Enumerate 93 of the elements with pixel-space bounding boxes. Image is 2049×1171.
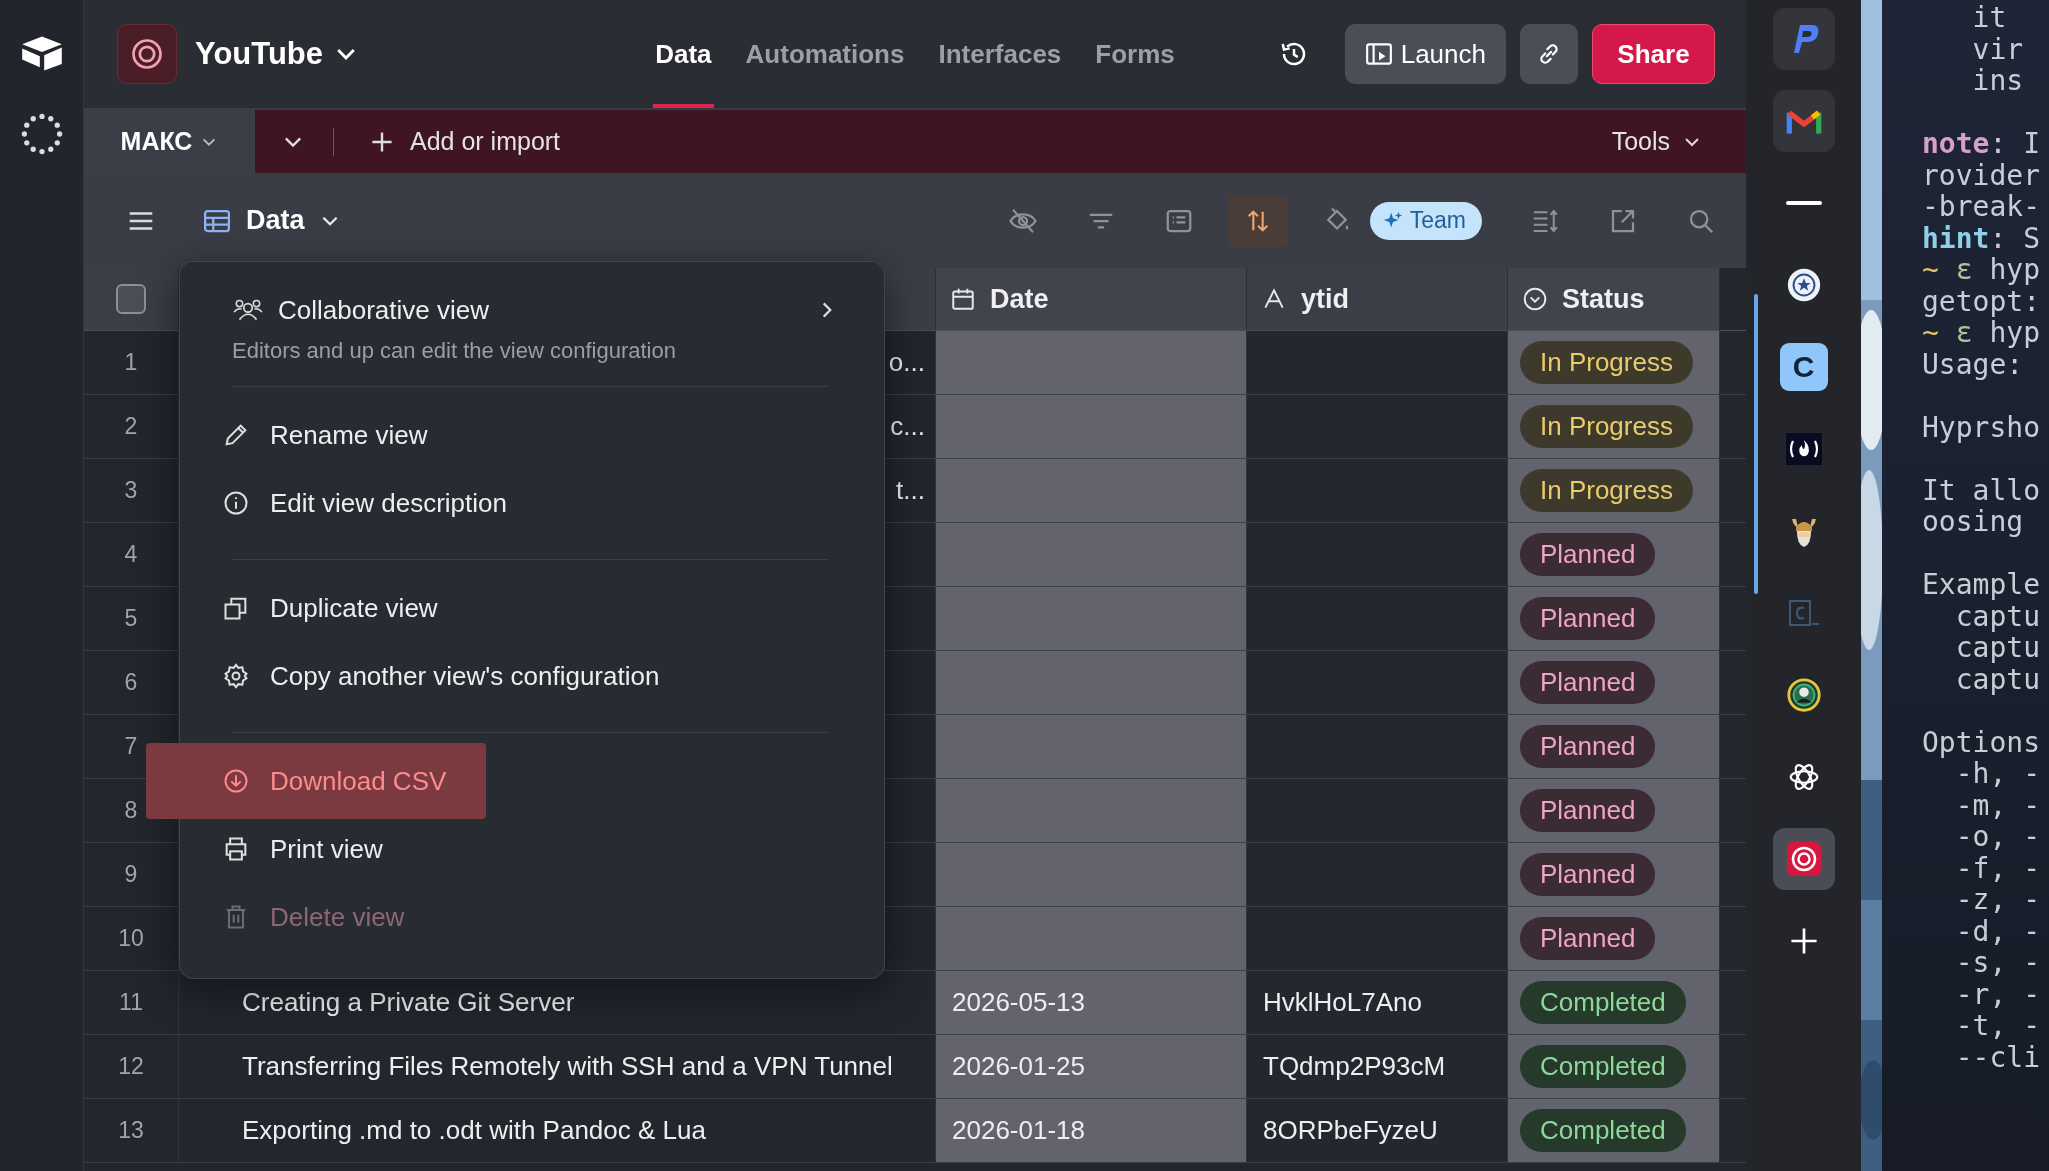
terminal-line: -t, -: [1954, 1010, 2041, 1042]
download-icon: [222, 767, 250, 795]
nav-tab[interactable]: Forms: [1093, 0, 1177, 108]
terminal-line: rovider: [1922, 159, 2041, 191]
table-cell: 2026-05-13: [936, 971, 1247, 1035]
status-tag: In Progress: [1520, 405, 1693, 448]
terminal-line: note: I: [1922, 126, 2041, 160]
base-icon[interactable]: [117, 24, 177, 84]
terminal-line: hint: S: [1922, 222, 2041, 254]
row-number: 13: [84, 1099, 179, 1163]
terminal-line: captu: [1954, 632, 2041, 664]
terminal-line: --cli: [1954, 1041, 2041, 1073]
status-tag: In Progress: [1520, 469, 1693, 512]
gear-icon: [222, 662, 250, 690]
status-tag: Planned: [1520, 661, 1656, 704]
terminal-line: Hyprsho: [1922, 409, 2041, 443]
terminal-line: vir: [1971, 33, 2025, 65]
terminal-line: It allo: [1922, 472, 2041, 506]
status-tag: Completed: [1520, 1045, 1686, 1088]
table-cell: 8ORPbeFyzeU: [1247, 1099, 1508, 1163]
terminal-line: ~ ε hyp: [1922, 317, 2041, 349]
people-icon: [232, 297, 264, 323]
dock-app[interactable]: [1772, 828, 1835, 890]
status-tag: Completed: [1520, 1109, 1686, 1152]
terminal-line: -h, -: [1955, 758, 2041, 790]
terminal-line: captu: [1954, 663, 2041, 695]
info-icon: [222, 489, 250, 517]
dock-app[interactable]: C: [1772, 336, 1835, 398]
nav-tab[interactable]: Interfaces: [936, 0, 1064, 108]
terminal-line: -break-: [1922, 191, 2041, 223]
terminal-line: captu: [1955, 600, 2041, 632]
base-name[interactable]: YouTube: [195, 36, 323, 72]
table-cell: TQdmp2P93cM: [1247, 1035, 1508, 1099]
menu-item[interactable]: Download CSV: [146, 743, 487, 819]
pencil-icon: [222, 421, 250, 449]
table-cell: Exporting .md to .odt with Pandoc & Lua: [179, 1099, 936, 1163]
terminal-line: Example: [1922, 567, 2041, 601]
status-tag: In Progress: [1520, 341, 1693, 384]
nav-tab[interactable]: Automations: [743, 0, 907, 108]
terminal-line: ~ ε hyp: [1922, 254, 2041, 286]
terminal-line: -d, -: [1954, 915, 2041, 947]
bar-icon: [1783, 198, 1824, 208]
terminal-line: oosing: [1922, 506, 2025, 538]
terminal-line: Usage:: [1922, 348, 2024, 380]
status-tag: Planned: [1520, 917, 1656, 960]
row-number: 12: [84, 1035, 179, 1099]
plus-icon: [370, 129, 394, 154]
terminal-line: -r, -: [1954, 978, 2041, 1010]
terminal-line: -m, -: [1954, 789, 2041, 821]
menu-item[interactable]: Copy another view's configuration: [210, 642, 660, 710]
table-cell: HvklHoL7Ano: [1247, 971, 1508, 1035]
share-button[interactable]: Share: [1592, 24, 1715, 84]
team-badge[interactable]: Team: [1369, 201, 1482, 240]
terminal-line: ins: [1971, 65, 2025, 97]
column-header[interactable]: Status: [1508, 268, 1720, 331]
row-number: 11: [84, 971, 179, 1035]
status-tag: Planned: [1520, 597, 1656, 640]
table-cell: Transferring Files Remotely with SSH and a VPN Tunnel: [179, 1035, 936, 1099]
status-tag: Planned: [1520, 789, 1656, 832]
status-tag: Completed: [1520, 981, 1686, 1024]
column-header[interactable]: Date: [936, 268, 1247, 331]
tools-button[interactable]: Tools: [1605, 126, 1708, 157]
column-header[interactable]: ytid: [1247, 268, 1508, 331]
calendar-icon: [950, 286, 976, 312]
table-tab[interactable]: МАКС: [84, 110, 255, 173]
badge-icon: [1784, 676, 1823, 714]
loading-spinner-icon: [19, 112, 64, 156]
chevron-circle-icon: [1522, 286, 1548, 312]
terminal-line: -s, -: [1954, 947, 2041, 979]
terminal-line: -f, -: [1954, 852, 2041, 884]
terminal-line: Options: [1922, 724, 2041, 758]
menu-item-description: Editors and up can edit the view configuration: [232, 338, 677, 364]
sort-button[interactable]: [1227, 194, 1288, 247]
menu-item[interactable]: Duplicate view: [210, 574, 438, 642]
menu-item-label: Collaborative view: [278, 294, 489, 326]
logo-icon[interactable]: [19, 34, 64, 72]
select-all-checkbox[interactable]: [116, 284, 146, 314]
terminal-line: -z, -: [1954, 884, 2041, 916]
terminal-line: getopt:: [1922, 285, 2041, 317]
link-button[interactable]: [1520, 24, 1578, 84]
status-tag: Planned: [1520, 725, 1656, 768]
letter-tile-icon: C: [1779, 343, 1828, 391]
terminal-line: it: [1971, 2, 2008, 34]
status-tag: Planned: [1520, 853, 1656, 896]
terminal-line: -o, -: [1954, 821, 2041, 853]
status-tag: Planned: [1520, 533, 1656, 576]
launch-icon: [1364, 42, 1393, 66]
launch-button[interactable]: Launch: [1344, 24, 1506, 84]
table-cell: 2026-01-25: [936, 1035, 1247, 1099]
view-switcher[interactable]: Data: [196, 204, 347, 237]
add-or-import-button[interactable]: Add or import: [364, 126, 567, 157]
scrollbar-thumb[interactable]: [1754, 294, 1758, 594]
table-cell: 2026-01-18: [936, 1099, 1247, 1163]
